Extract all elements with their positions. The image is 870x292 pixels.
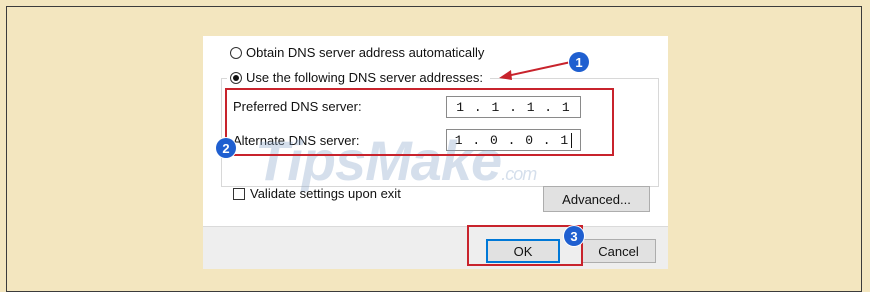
arrow-shaft (506, 61, 572, 77)
group-box-border (221, 78, 222, 186)
obtain-dns-auto-radio[interactable] (230, 46, 242, 59)
use-following-dns-radio[interactable] (230, 71, 242, 84)
step3-badge: 3 (564, 226, 584, 246)
group-box-border (658, 78, 659, 186)
advanced-button[interactable]: Advanced... (543, 186, 650, 212)
use-following-dns-label: Use the following DNS server addresses: (246, 70, 483, 85)
validate-settings-label: Validate settings upon exit (250, 186, 401, 201)
arrow-head (499, 70, 512, 80)
validate-settings-option[interactable]: Validate settings upon exit (233, 186, 401, 201)
step1-arrow (499, 61, 572, 80)
dialog-footer: OK Cancel (203, 226, 668, 269)
obtain-dns-auto-label: Obtain DNS server address automatically (246, 45, 485, 60)
dns-fields-highlight (225, 88, 614, 156)
step2-badge: 2 (216, 138, 236, 158)
cancel-button[interactable]: Cancel (581, 239, 656, 263)
step1-badge: 1 (569, 52, 589, 72)
use-following-dns-option[interactable]: Use the following DNS server addresses: (230, 70, 483, 85)
validate-settings-checkbox[interactable] (233, 187, 245, 200)
obtain-dns-auto-option[interactable]: Obtain DNS server address automatically (230, 45, 484, 60)
